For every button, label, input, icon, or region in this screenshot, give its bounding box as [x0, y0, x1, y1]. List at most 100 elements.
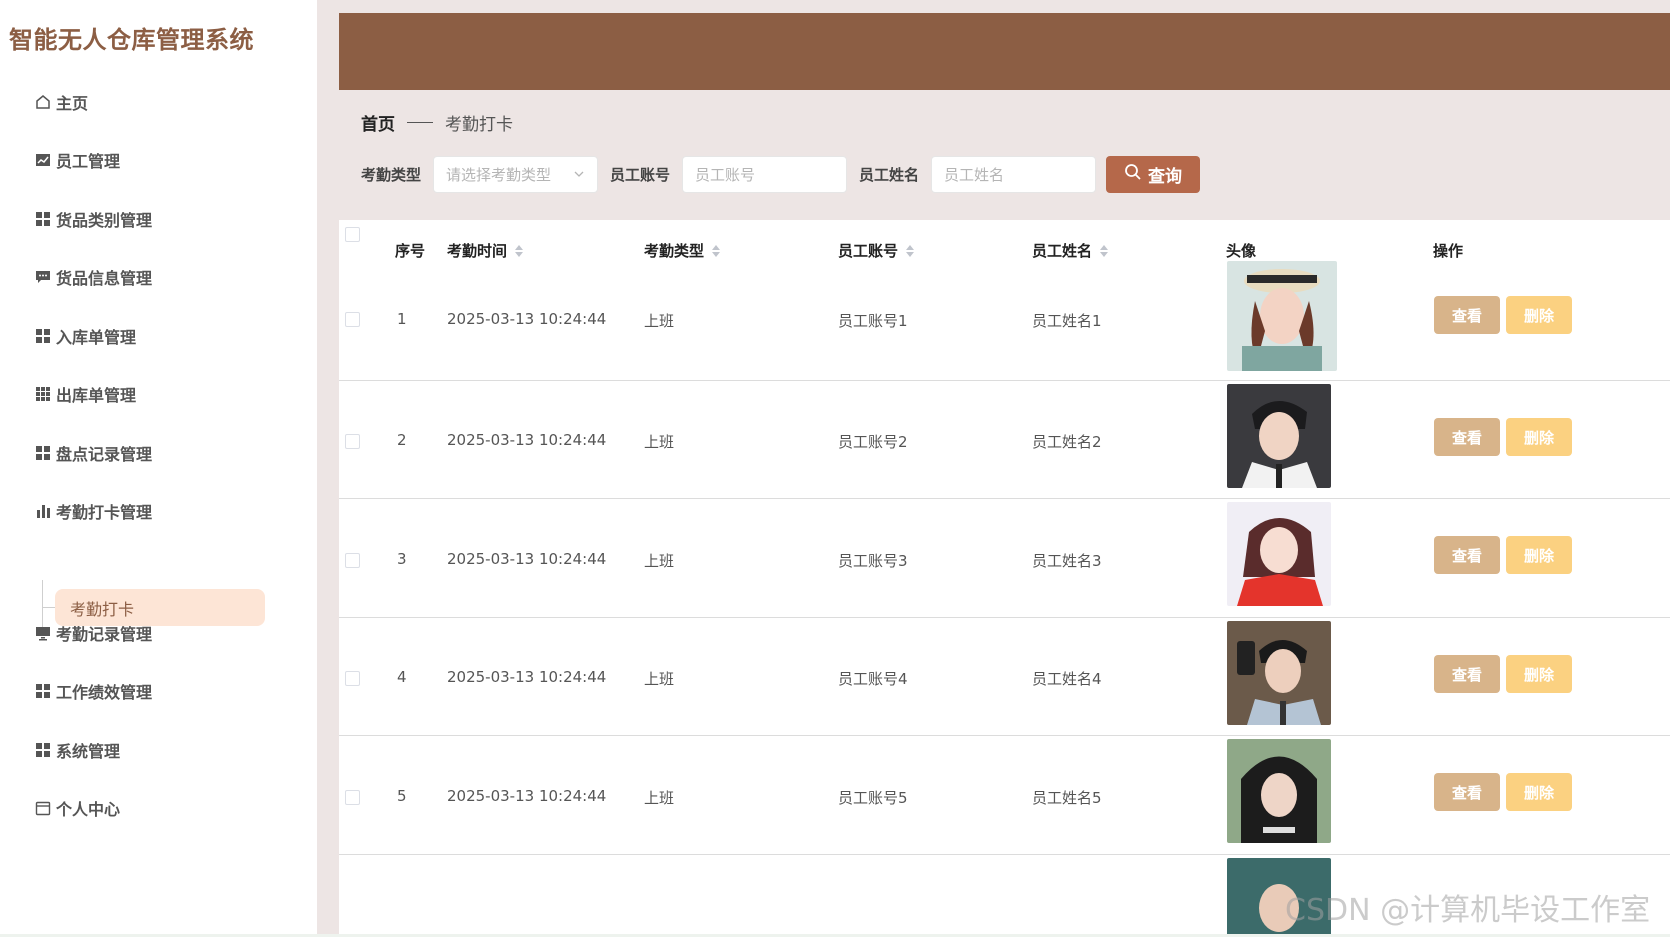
cell-account: 员工账号3 — [838, 552, 908, 570]
submenu-connector — [42, 607, 55, 608]
chevron-down-icon — [573, 166, 585, 184]
account-input[interactable]: 员工账号 — [682, 156, 848, 193]
cell-index: 5 — [397, 787, 407, 805]
sidebar-item-label: 货品类别管理 — [56, 211, 153, 230]
sidebar-item-profile[interactable]: 个人中心 — [34, 794, 120, 822]
row-checkbox[interactable] — [345, 553, 360, 568]
row-checkbox[interactable] — [345, 434, 360, 449]
cell-account: 员工账号5 — [838, 789, 908, 807]
cell-type: 上班 — [644, 433, 675, 451]
delete-button[interactable]: 删除 — [1506, 655, 1572, 693]
sidebar-item-goods-category[interactable]: 货品类别管理 — [34, 205, 152, 233]
breadcrumb-separator — [407, 122, 433, 123]
filter-bar: 考勤类型 请选择考勤类型 员工账号 员工账号 员工姓名 员工姓名 查询 — [361, 156, 1201, 193]
avatar[interactable] — [1227, 739, 1331, 843]
chat-icon — [34, 268, 52, 286]
sidebar-item-goods-info[interactable]: 货品信息管理 — [34, 263, 152, 291]
table-row: 3 2025-03-13 10:24:44 上班 员工账号3 员工姓名3 查看 … — [339, 499, 1670, 618]
cell-time: 2025-03-13 10:24:44 — [447, 668, 607, 686]
view-button[interactable]: 查看 — [1434, 773, 1500, 811]
sidebar-item-label: 工作绩效管理 — [56, 683, 153, 702]
sidebar-item-label: 货品信息管理 — [56, 269, 153, 288]
sidebar-item-system[interactable]: 系统管理 — [34, 736, 120, 764]
table-row: 1 2025-03-13 10:24:44 上班 员工账号1 员工姓名1 查看 … — [339, 255, 1670, 381]
table-row: 2 2025-03-13 10:24:44 上班 员工账号2 员工姓名2 查看 … — [339, 381, 1670, 499]
attendance-table: 序号 考勤时间 考勤类型 员工账号 员工姓名 头像 操作 1 2025-03-1… — [339, 220, 1670, 937]
cell-index: 4 — [397, 668, 407, 686]
cell-type: 上班 — [644, 552, 675, 570]
avatar[interactable] — [1227, 261, 1337, 371]
grid9-icon — [34, 385, 52, 403]
cell-index: 3 — [397, 550, 407, 568]
bar-chart-icon — [34, 502, 52, 520]
submenu-item-label: 考勤打卡 — [70, 599, 135, 619]
sidebar: 智能无人仓库管理系统 主页 员工管理 货品类别管理 货品信息管理 入库单管理 出… — [0, 0, 317, 937]
sidebar-item-label: 系统管理 — [56, 742, 121, 761]
avatar[interactable] — [1227, 384, 1331, 488]
delete-button[interactable]: 删除 — [1506, 773, 1572, 811]
app-title: 智能无人仓库管理系统 — [9, 26, 254, 54]
cell-name: 员工姓名3 — [1032, 552, 1102, 570]
row-checkbox[interactable] — [345, 312, 360, 327]
cell-index: 1 — [397, 310, 407, 328]
name-filter-label: 员工姓名 — [859, 166, 920, 184]
sidebar-item-inventory-check[interactable]: 盘点记录管理 — [34, 439, 152, 467]
view-button[interactable]: 查看 — [1434, 536, 1500, 574]
view-button[interactable]: 查看 — [1434, 418, 1500, 456]
sidebar-item-label: 员工管理 — [56, 152, 121, 171]
delete-button[interactable]: 删除 — [1506, 536, 1572, 574]
select-all-checkbox[interactable] — [345, 227, 360, 242]
sidebar-item-label: 个人中心 — [56, 800, 121, 819]
name-input[interactable]: 员工姓名 — [931, 156, 1097, 193]
cell-name: 员工姓名1 — [1032, 312, 1102, 330]
sidebar-item-label: 考勤记录管理 — [56, 625, 153, 644]
view-button[interactable]: 查看 — [1434, 655, 1500, 693]
row-checkbox[interactable] — [345, 790, 360, 805]
sidebar-item-label: 出库单管理 — [56, 386, 137, 405]
cell-name: 员工姓名4 — [1032, 670, 1102, 688]
sidebar-item-attendance-records[interactable]: 考勤记录管理 — [34, 619, 152, 647]
grid-icon — [34, 741, 52, 759]
delete-button[interactable]: 删除 — [1506, 418, 1572, 456]
calendar-icon — [34, 799, 52, 817]
breadcrumb-current: 考勤打卡 — [445, 115, 513, 135]
cell-time: 2025-03-13 10:24:44 — [447, 550, 607, 568]
cell-time: 2025-03-13 10:24:44 — [447, 310, 607, 328]
cell-account: 员工账号1 — [838, 312, 908, 330]
table-row: 5 2025-03-13 10:24:44 上班 员工账号5 员工姓名5 查看 … — [339, 736, 1670, 855]
grid-icon — [34, 682, 52, 700]
view-button[interactable]: 查看 — [1434, 296, 1500, 334]
type-filter-label: 考勤类型 — [361, 166, 422, 184]
search-button[interactable]: 查询 — [1106, 156, 1201, 193]
sidebar-item-label: 盘点记录管理 — [56, 445, 153, 464]
home-icon — [34, 93, 52, 111]
avatar[interactable] — [1227, 621, 1331, 725]
cell-name: 员工姓名5 — [1032, 789, 1102, 807]
delete-button[interactable]: 删除 — [1506, 296, 1572, 334]
row-checkbox[interactable] — [345, 671, 360, 686]
sidebar-item-attendance-punch[interactable]: 考勤打卡管理 — [34, 497, 152, 525]
sidebar-item-outbound[interactable]: 出库单管理 — [34, 380, 136, 408]
chart-icon — [34, 151, 52, 169]
sidebar-item-performance[interactable]: 工作绩效管理 — [34, 677, 152, 705]
name-input-placeholder: 员工姓名 — [944, 166, 1005, 184]
cell-account: 员工账号4 — [838, 670, 908, 688]
sidebar-item-inbound[interactable]: 入库单管理 — [34, 322, 136, 350]
main-content: 首页 考勤打卡 考勤类型 请选择考勤类型 员工账号 员工账号 员工姓名 员工姓名… — [317, 0, 1670, 937]
top-banner — [339, 13, 1670, 90]
monitor-icon — [34, 624, 52, 642]
sidebar-item-label: 主页 — [56, 94, 89, 113]
type-select[interactable]: 请选择考勤类型 — [433, 156, 599, 193]
sidebar-item-home[interactable]: 主页 — [34, 88, 88, 116]
cell-account: 员工账号2 — [838, 433, 908, 451]
cell-index: 2 — [397, 431, 407, 449]
account-filter-label: 员工账号 — [610, 166, 671, 184]
grid-icon — [34, 210, 52, 228]
avatar[interactable] — [1227, 502, 1331, 606]
breadcrumb-home[interactable]: 首页 — [361, 110, 395, 135]
watermark: CSDN @计算机毕设工作室 — [1285, 893, 1651, 928]
grid-icon — [34, 327, 52, 345]
sidebar-item-label: 入库单管理 — [56, 328, 137, 347]
cell-type: 上班 — [644, 789, 675, 807]
sidebar-item-employees[interactable]: 员工管理 — [34, 146, 120, 174]
